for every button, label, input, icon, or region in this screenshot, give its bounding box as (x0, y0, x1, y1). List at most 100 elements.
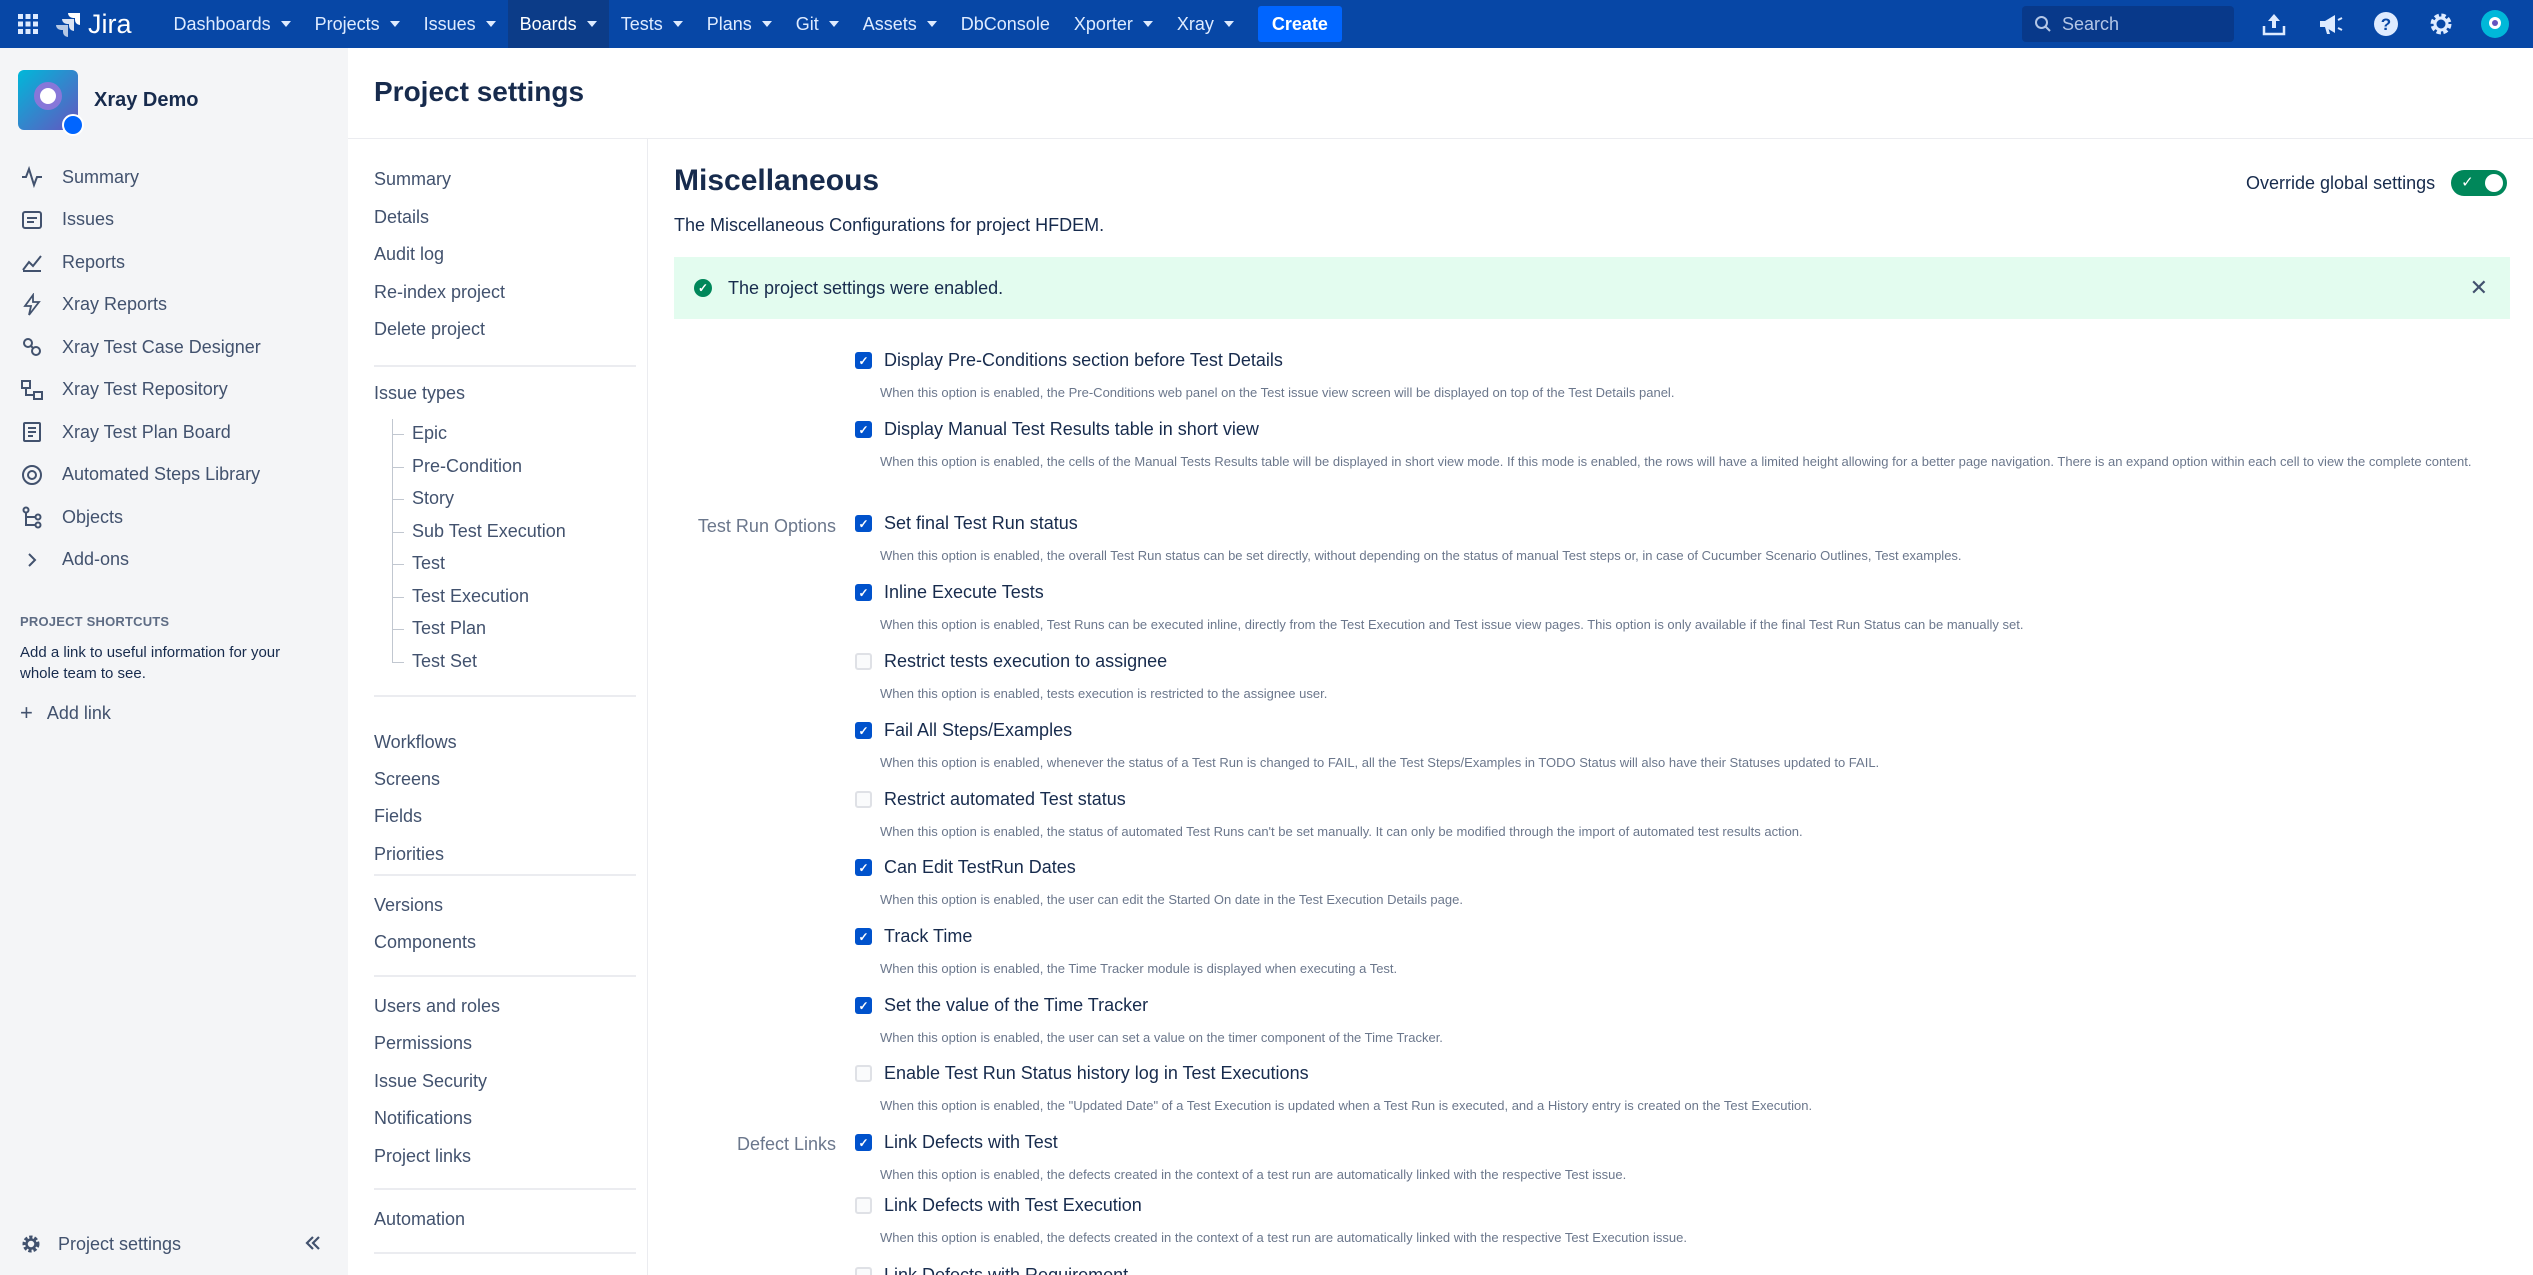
nav-issues[interactable]: Issues (412, 0, 508, 48)
option-checkbox[interactable]: ✓ (855, 421, 872, 438)
sidebar-footer-label: Project settings (58, 1233, 182, 1254)
option-label[interactable]: Set the value of the Time Tracker (884, 995, 1148, 1016)
subnav-versions[interactable]: Versions (374, 895, 443, 916)
subnav-automation[interactable]: Automation (374, 1209, 465, 1230)
subnav-story[interactable]: Story (412, 488, 454, 509)
chevron-down-icon (672, 21, 683, 27)
gear-icon[interactable] (2425, 8, 2457, 40)
subnav-fields[interactable]: Fields (374, 806, 422, 827)
subnav-sub-test-execution[interactable]: Sub Test Execution (412, 521, 566, 542)
project-header[interactable]: Xray Demo (18, 70, 199, 136)
add-link-button[interactable]: + Add link (20, 702, 111, 724)
nav-boards[interactable]: Boards (507, 0, 609, 48)
subnav-audit-log[interactable]: Audit log (374, 244, 444, 265)
option-checkbox[interactable]: ✓ (855, 722, 872, 739)
subnav-test-set[interactable]: Test Set (412, 651, 477, 672)
app-switcher-icon[interactable] (0, 0, 56, 48)
sidebar-project-settings[interactable]: Project settings (0, 1214, 348, 1274)
subnav-summary[interactable]: Summary (374, 169, 451, 190)
option-label[interactable]: Link Defects with Requirement (884, 1265, 1128, 1275)
subnav-priorities[interactable]: Priorities (374, 844, 444, 865)
subnav-project-links[interactable]: Project links (374, 1146, 471, 1167)
subnav-test-plan[interactable]: Test Plan (412, 618, 486, 639)
nav-assets[interactable]: Assets (851, 0, 949, 48)
option-checkbox[interactable] (855, 1267, 872, 1275)
subnav-workflows[interactable]: Workflows (374, 732, 457, 753)
option-checkbox[interactable]: ✓ (855, 997, 872, 1014)
option-label[interactable]: Set final Test Run status (884, 513, 1078, 534)
subnav-details[interactable]: Details (374, 207, 429, 228)
subnav-re-index-project[interactable]: Re-index project (374, 282, 505, 303)
collapse-sidebar-icon[interactable] (302, 1232, 324, 1254)
option-label[interactable]: Inline Execute Tests (884, 582, 1044, 603)
option-checkbox[interactable]: ✓ (855, 584, 872, 601)
option-label[interactable]: Fail All Steps/Examples (884, 720, 1072, 741)
subnav-users-and-roles[interactable]: Users and roles (374, 996, 500, 1017)
nav-plans[interactable]: Plans (695, 0, 784, 48)
subnav-epic[interactable]: Epic (412, 423, 447, 444)
page-title: Project settings (374, 76, 585, 107)
option-label[interactable]: Track Time (884, 926, 972, 947)
subnav-separator (374, 365, 636, 367)
option-checkbox[interactable] (855, 653, 872, 670)
sidebar-item-add-ons[interactable]: Add-ons (0, 539, 348, 582)
option-checkbox[interactable]: ✓ (855, 859, 872, 876)
tree-branch (392, 499, 404, 500)
subnav-notifications[interactable]: Notifications (374, 1108, 472, 1129)
subnav-permissions[interactable]: Permissions (374, 1033, 472, 1054)
subnav-test[interactable]: Test (412, 553, 445, 574)
subnav-screens[interactable]: Screens (374, 769, 440, 790)
nav-xray[interactable]: Xray (1165, 0, 1246, 48)
search-input[interactable]: Search (2022, 6, 2234, 42)
subnav-issue-security[interactable]: Issue Security (374, 1071, 487, 1092)
override-toggle[interactable]: ✓ (2451, 170, 2508, 196)
nav-projects[interactable]: Projects (303, 0, 412, 48)
tree-branch (392, 661, 404, 663)
sidebar-item-issues[interactable]: Issues (0, 199, 348, 242)
nav-label: Assets (862, 13, 917, 34)
subnav-test-execution[interactable]: Test Execution (412, 586, 529, 607)
sidebar-item-automated-steps-library[interactable]: Automated Steps Library (0, 454, 348, 497)
option-checkbox[interactable] (855, 791, 872, 808)
sidebar-item-xray-test-case-designer[interactable]: Xray Test Case Designer (0, 326, 348, 369)
nav-tests[interactable]: Tests (609, 0, 695, 48)
sidebar-item-reports[interactable]: Reports (0, 241, 348, 284)
subnav-components[interactable]: Components (374, 932, 476, 953)
option-label[interactable]: Restrict automated Test status (884, 789, 1126, 810)
sidebar-item-xray-reports[interactable]: Xray Reports (0, 284, 348, 327)
header-divider (348, 138, 2533, 139)
nav-label: Plans (706, 13, 752, 34)
option-checkbox[interactable]: ✓ (855, 1134, 872, 1151)
option-description: When this option is enabled, the Pre-Con… (880, 385, 1675, 400)
help-icon[interactable]: ? (2370, 8, 2402, 40)
subnav-pre-condition[interactable]: Pre-Condition (412, 456, 522, 477)
sidebar-item-summary[interactable]: Summary (0, 156, 348, 199)
jira-logo[interactable]: Jira (56, 9, 132, 40)
option-label[interactable]: Link Defects with Test (884, 1132, 1058, 1153)
sidebar-item-xray-test-plan-board[interactable]: Xray Test Plan Board (0, 411, 348, 454)
subnav-issue-types[interactable]: Issue types (374, 383, 465, 404)
nav-xporter[interactable]: Xporter (1062, 0, 1165, 48)
option-checkbox[interactable] (855, 1197, 872, 1214)
option-checkbox[interactable]: ✓ (855, 928, 872, 945)
option-checkbox[interactable] (855, 1065, 872, 1082)
sidebar-item-xray-test-repository[interactable]: Xray Test Repository (0, 369, 348, 412)
option-label[interactable]: Can Edit TestRun Dates (884, 857, 1076, 878)
sidebar-item-objects[interactable]: Objects (0, 496, 348, 539)
user-avatar[interactable] (2479, 8, 2511, 40)
option-label[interactable]: Display Pre-Conditions section before Te… (884, 350, 1283, 371)
nav-dashboards[interactable]: Dashboards (162, 0, 303, 48)
option-checkbox[interactable]: ✓ (855, 352, 872, 369)
option-checkbox[interactable]: ✓ (855, 515, 872, 532)
option-label[interactable]: Enable Test Run Status history log in Te… (884, 1063, 1309, 1084)
option-label[interactable]: Restrict tests execution to assignee (884, 651, 1167, 672)
subnav-delete-project[interactable]: Delete project (374, 319, 485, 340)
create-button[interactable]: Create (1257, 6, 1342, 42)
nav-dbconsole[interactable]: DbConsole (949, 0, 1062, 48)
megaphone-icon[interactable] (2314, 8, 2346, 40)
nav-git[interactable]: Git (784, 0, 851, 48)
upload-icon[interactable] (2258, 8, 2290, 40)
option-label[interactable]: Link Defects with Test Execution (884, 1195, 1142, 1216)
option-label[interactable]: Display Manual Test Results table in sho… (884, 419, 1259, 440)
close-icon[interactable]: ✕ (2470, 277, 2488, 299)
